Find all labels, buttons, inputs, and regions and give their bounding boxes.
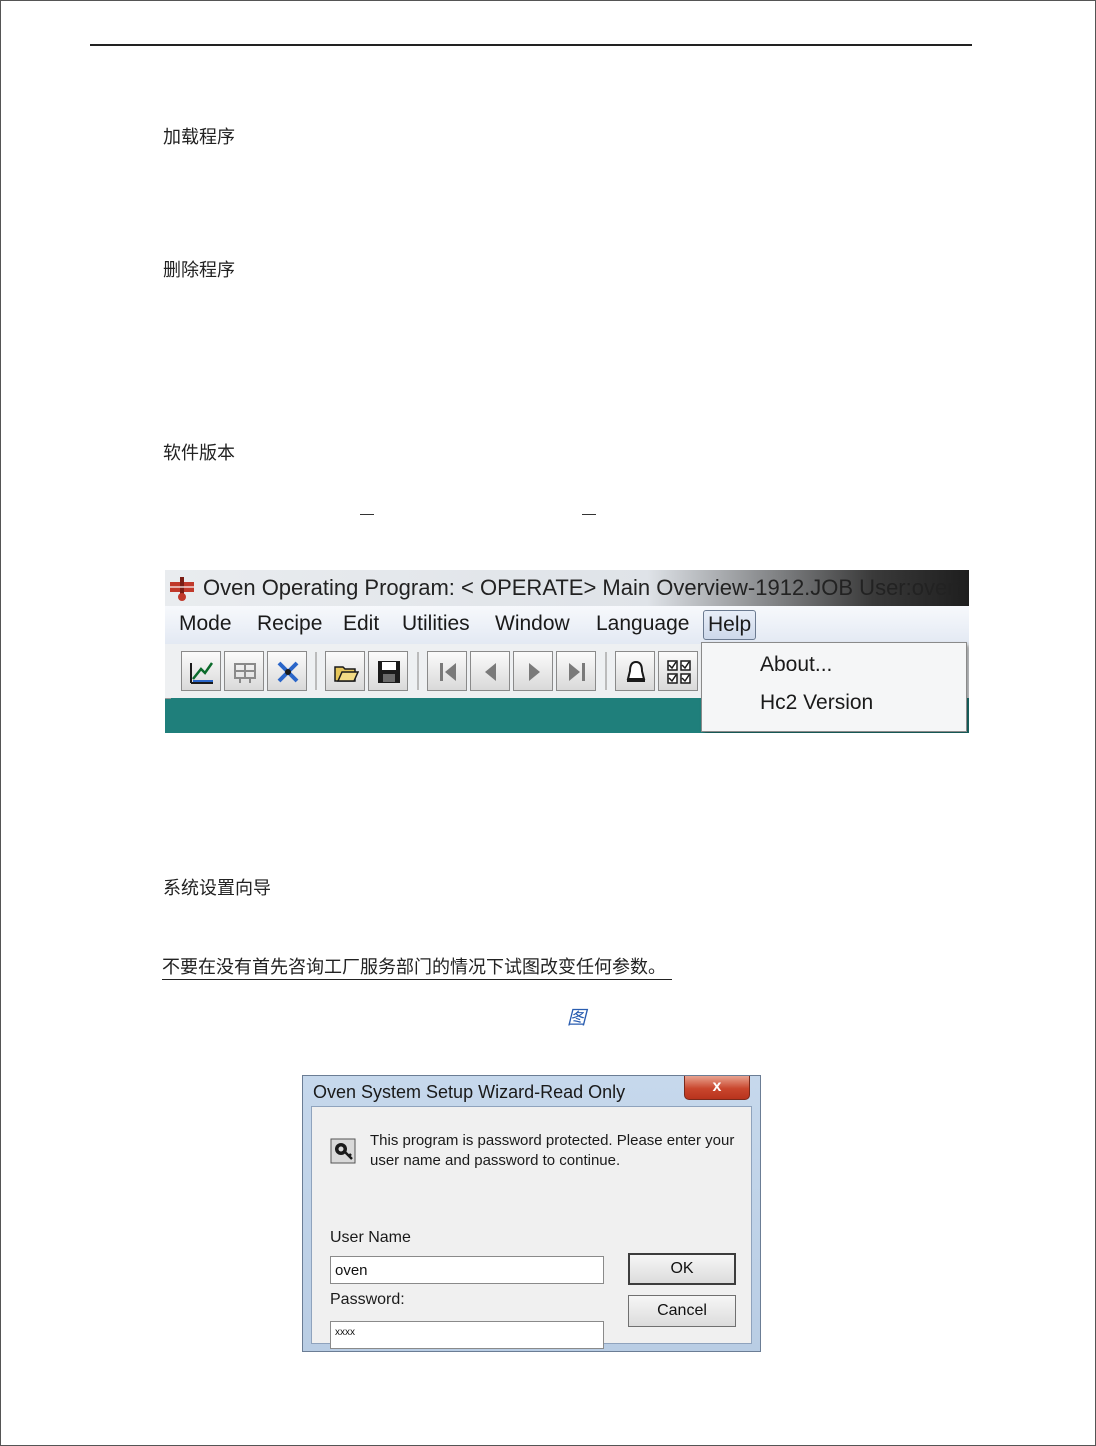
first-icon — [440, 663, 456, 681]
heading-setup-wizard: 系统设置向导 — [163, 878, 271, 899]
header-rule — [90, 44, 972, 46]
figure-caption: 图 — [567, 1007, 587, 1029]
menu-mode[interactable]: Mode — [175, 610, 236, 638]
login-dialog: Oven System Setup Wizard-Read Only x Thi… — [302, 1075, 761, 1352]
heading-load-program: 加载程序 — [163, 127, 235, 148]
first-button[interactable] — [427, 651, 467, 691]
heading-delete-program: 删除程序 — [163, 260, 235, 281]
chart-button[interactable] — [181, 651, 221, 691]
open-button[interactable] — [325, 651, 365, 691]
save-button[interactable] — [368, 651, 408, 691]
warning-text: 不要在没有首先咨询工厂服务部门的情况下试图改变任何参数。 — [162, 957, 672, 980]
dialog-message: This program is password protected. Plea… — [370, 1132, 735, 1169]
menu-help[interactable]: Help — [703, 610, 757, 640]
last-icon — [569, 663, 585, 681]
chart-icon — [190, 662, 214, 684]
next-icon — [529, 663, 540, 681]
password-input[interactable]: xxxx — [330, 1321, 604, 1349]
checklist-icon — [667, 660, 691, 684]
close-button[interactable]: x — [684, 1076, 750, 1100]
close-icon: x — [712, 1078, 722, 1095]
menu-item-about[interactable]: About... — [760, 653, 832, 677]
app-window-screenshot: Oven Operating Program: < OPERATE> Main … — [165, 570, 969, 733]
prev-icon — [485, 663, 496, 681]
next-button[interactable] — [513, 651, 553, 691]
app-titlebar: Oven Operating Program: < OPERATE> Main … — [165, 570, 969, 606]
underline-mark — [582, 514, 596, 515]
prev-button[interactable] — [470, 651, 510, 691]
help-dropdown-menu: About... Hc2 Version — [701, 642, 967, 732]
menu-edit[interactable]: Edit — [339, 610, 383, 638]
security-key-icon — [330, 1138, 356, 1164]
menu-item-hc2-version[interactable]: Hc2 Version — [760, 691, 873, 715]
thermometer-app-icon — [170, 577, 194, 601]
dialog-body: This program is password protected. Plea… — [311, 1106, 752, 1349]
last-button[interactable] — [556, 651, 596, 691]
dialog-title: Oven System Setup Wizard-Read Only — [313, 1082, 626, 1102]
cancel-button[interactable]: Cancel — [628, 1295, 736, 1327]
oven-icon — [234, 663, 256, 683]
menubar: Mode Recipe Edit Utilities Window Langua… — [165, 606, 969, 645]
menu-window[interactable]: Window — [491, 610, 574, 638]
checklist-button[interactable] — [658, 651, 698, 691]
open-folder-icon — [334, 666, 359, 682]
tools-icon — [277, 661, 299, 683]
tools-button[interactable] — [267, 651, 307, 691]
underline-mark — [360, 514, 374, 515]
toolbar-separator — [605, 652, 607, 690]
alarm-button[interactable] — [615, 651, 655, 691]
menu-utilities[interactable]: Utilities — [398, 610, 474, 638]
username-input[interactable]: oven — [330, 1256, 604, 1284]
menu-language[interactable]: Language — [592, 610, 693, 638]
heading-software-version: 软件版本 — [163, 443, 235, 464]
save-icon — [378, 661, 400, 683]
password-label: Password: — [330, 1291, 405, 1308]
ok-button[interactable]: OK — [628, 1253, 736, 1285]
app-title: Oven Operating Program: < OPERATE> Main … — [203, 575, 960, 600]
alarm-bell-icon — [626, 660, 646, 682]
toolbar-separator — [315, 652, 317, 690]
oven-button[interactable] — [224, 651, 264, 691]
username-label: User Name — [330, 1229, 411, 1246]
menu-recipe[interactable]: Recipe — [253, 610, 326, 638]
toolbar-separator — [417, 652, 419, 690]
